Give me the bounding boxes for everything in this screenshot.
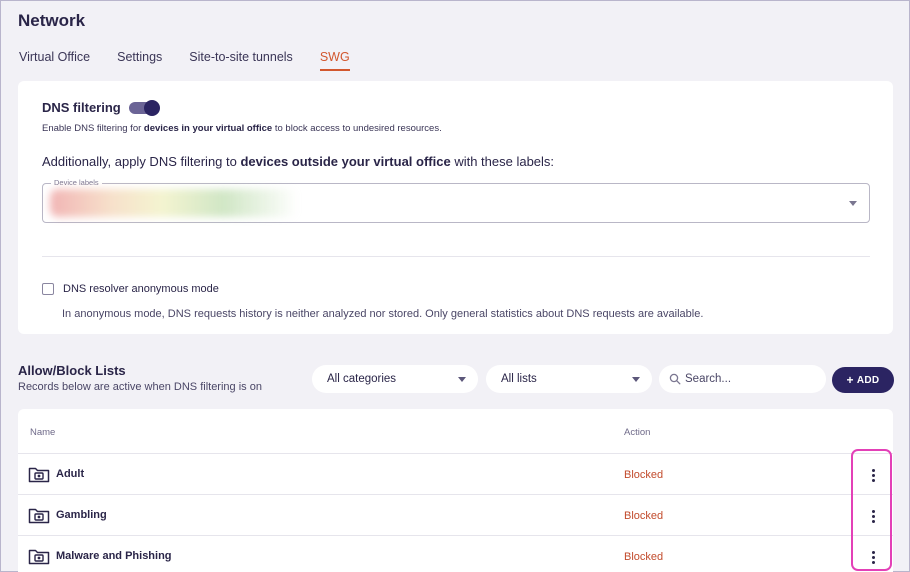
list-filter-select[interactable]: All lists <box>486 365 652 393</box>
tab-site-to-site-tunnels[interactable]: Site-to-site tunnels <box>189 50 293 71</box>
dns-filtering-description: Enable DNS filtering for devices in your… <box>42 123 442 134</box>
anonymous-mode-label[interactable]: DNS resolver anonymous mode <box>63 283 219 295</box>
more-options-icon[interactable] <box>868 506 878 526</box>
lists-title: Allow/Block Lists <box>18 363 126 378</box>
chevron-down-icon <box>458 377 466 382</box>
add-button[interactable]: + ADD <box>832 367 894 393</box>
column-header-action[interactable]: Action <box>624 427 650 438</box>
folder-shield-icon <box>28 467 50 483</box>
tab-swg[interactable]: SWG <box>319 50 350 71</box>
table-row[interactable]: Gambling Blocked <box>18 494 893 535</box>
description-text-end: to block access to undesired resources. <box>272 123 442 134</box>
add-button-label: ADD <box>856 374 880 386</box>
dns-filtering-card: DNS filtering Enable DNS filtering for d… <box>18 81 893 334</box>
chevron-down-icon <box>849 201 857 206</box>
row-name: Adult <box>56 468 85 480</box>
column-header-name[interactable]: Name <box>30 427 55 438</box>
device-labels-legend: Device labels <box>51 178 102 187</box>
lists-table: Name Action Adult Blocked Gambling Block… <box>18 409 893 572</box>
category-filter-select[interactable]: All categories <box>312 365 478 393</box>
more-options-icon[interactable] <box>868 465 878 485</box>
tab-virtual-office[interactable]: Virtual Office <box>19 50 90 71</box>
search-input[interactable] <box>685 369 820 389</box>
dns-filtering-toggle[interactable] <box>128 99 160 116</box>
chevron-down-icon <box>632 377 640 382</box>
folder-shield-icon <box>28 549 50 565</box>
tab-bar: Virtual Office Settings Site-to-site tun… <box>19 50 377 71</box>
list-filter-value: All lists <box>501 373 537 385</box>
toggle-knob <box>143 99 160 116</box>
dns-filtering-header: DNS filtering <box>42 99 160 116</box>
plus-icon: + <box>846 373 854 387</box>
row-name: Gambling <box>56 509 107 521</box>
page-title: Network <box>18 11 86 30</box>
outside-text: Additionally, apply DNS filtering to <box>42 154 241 169</box>
more-options-icon[interactable] <box>868 547 878 567</box>
outside-text-end: with these labels: <box>450 154 555 169</box>
description-text: Enable DNS filtering for <box>42 123 144 134</box>
folder-shield-icon <box>28 508 50 524</box>
table-row[interactable]: Malware and Phishing Blocked <box>18 535 893 572</box>
search-box <box>659 365 826 393</box>
row-action-status: Blocked <box>624 469 664 481</box>
category-filter-value: All categories <box>327 373 397 385</box>
row-action-status: Blocked <box>624 510 664 522</box>
table-row[interactable]: Adult Blocked <box>18 453 893 494</box>
outside-bold: devices outside your virtual office <box>240 154 451 169</box>
dns-filtering-title: DNS filtering <box>42 100 121 115</box>
anonymous-mode-checkbox[interactable] <box>42 283 54 295</box>
anonymous-mode-description: In anonymous mode, DNS requests history … <box>62 308 704 320</box>
anonymous-mode-row: DNS resolver anonymous mode <box>42 283 219 295</box>
search-icon <box>669 373 681 385</box>
device-labels-select[interactable]: Device labels <box>42 178 870 223</box>
divider <box>42 256 870 257</box>
description-bold: devices in your virtual office <box>143 123 273 134</box>
row-action-status: Blocked <box>624 551 664 563</box>
device-labels-chips-redacted <box>50 189 298 217</box>
lists-subtitle: Records below are active when DNS filter… <box>18 381 262 393</box>
tab-settings[interactable]: Settings <box>117 50 162 71</box>
outside-devices-text: Additionally, apply DNS filtering to dev… <box>42 154 554 169</box>
row-name: Malware and Phishing <box>56 550 172 562</box>
